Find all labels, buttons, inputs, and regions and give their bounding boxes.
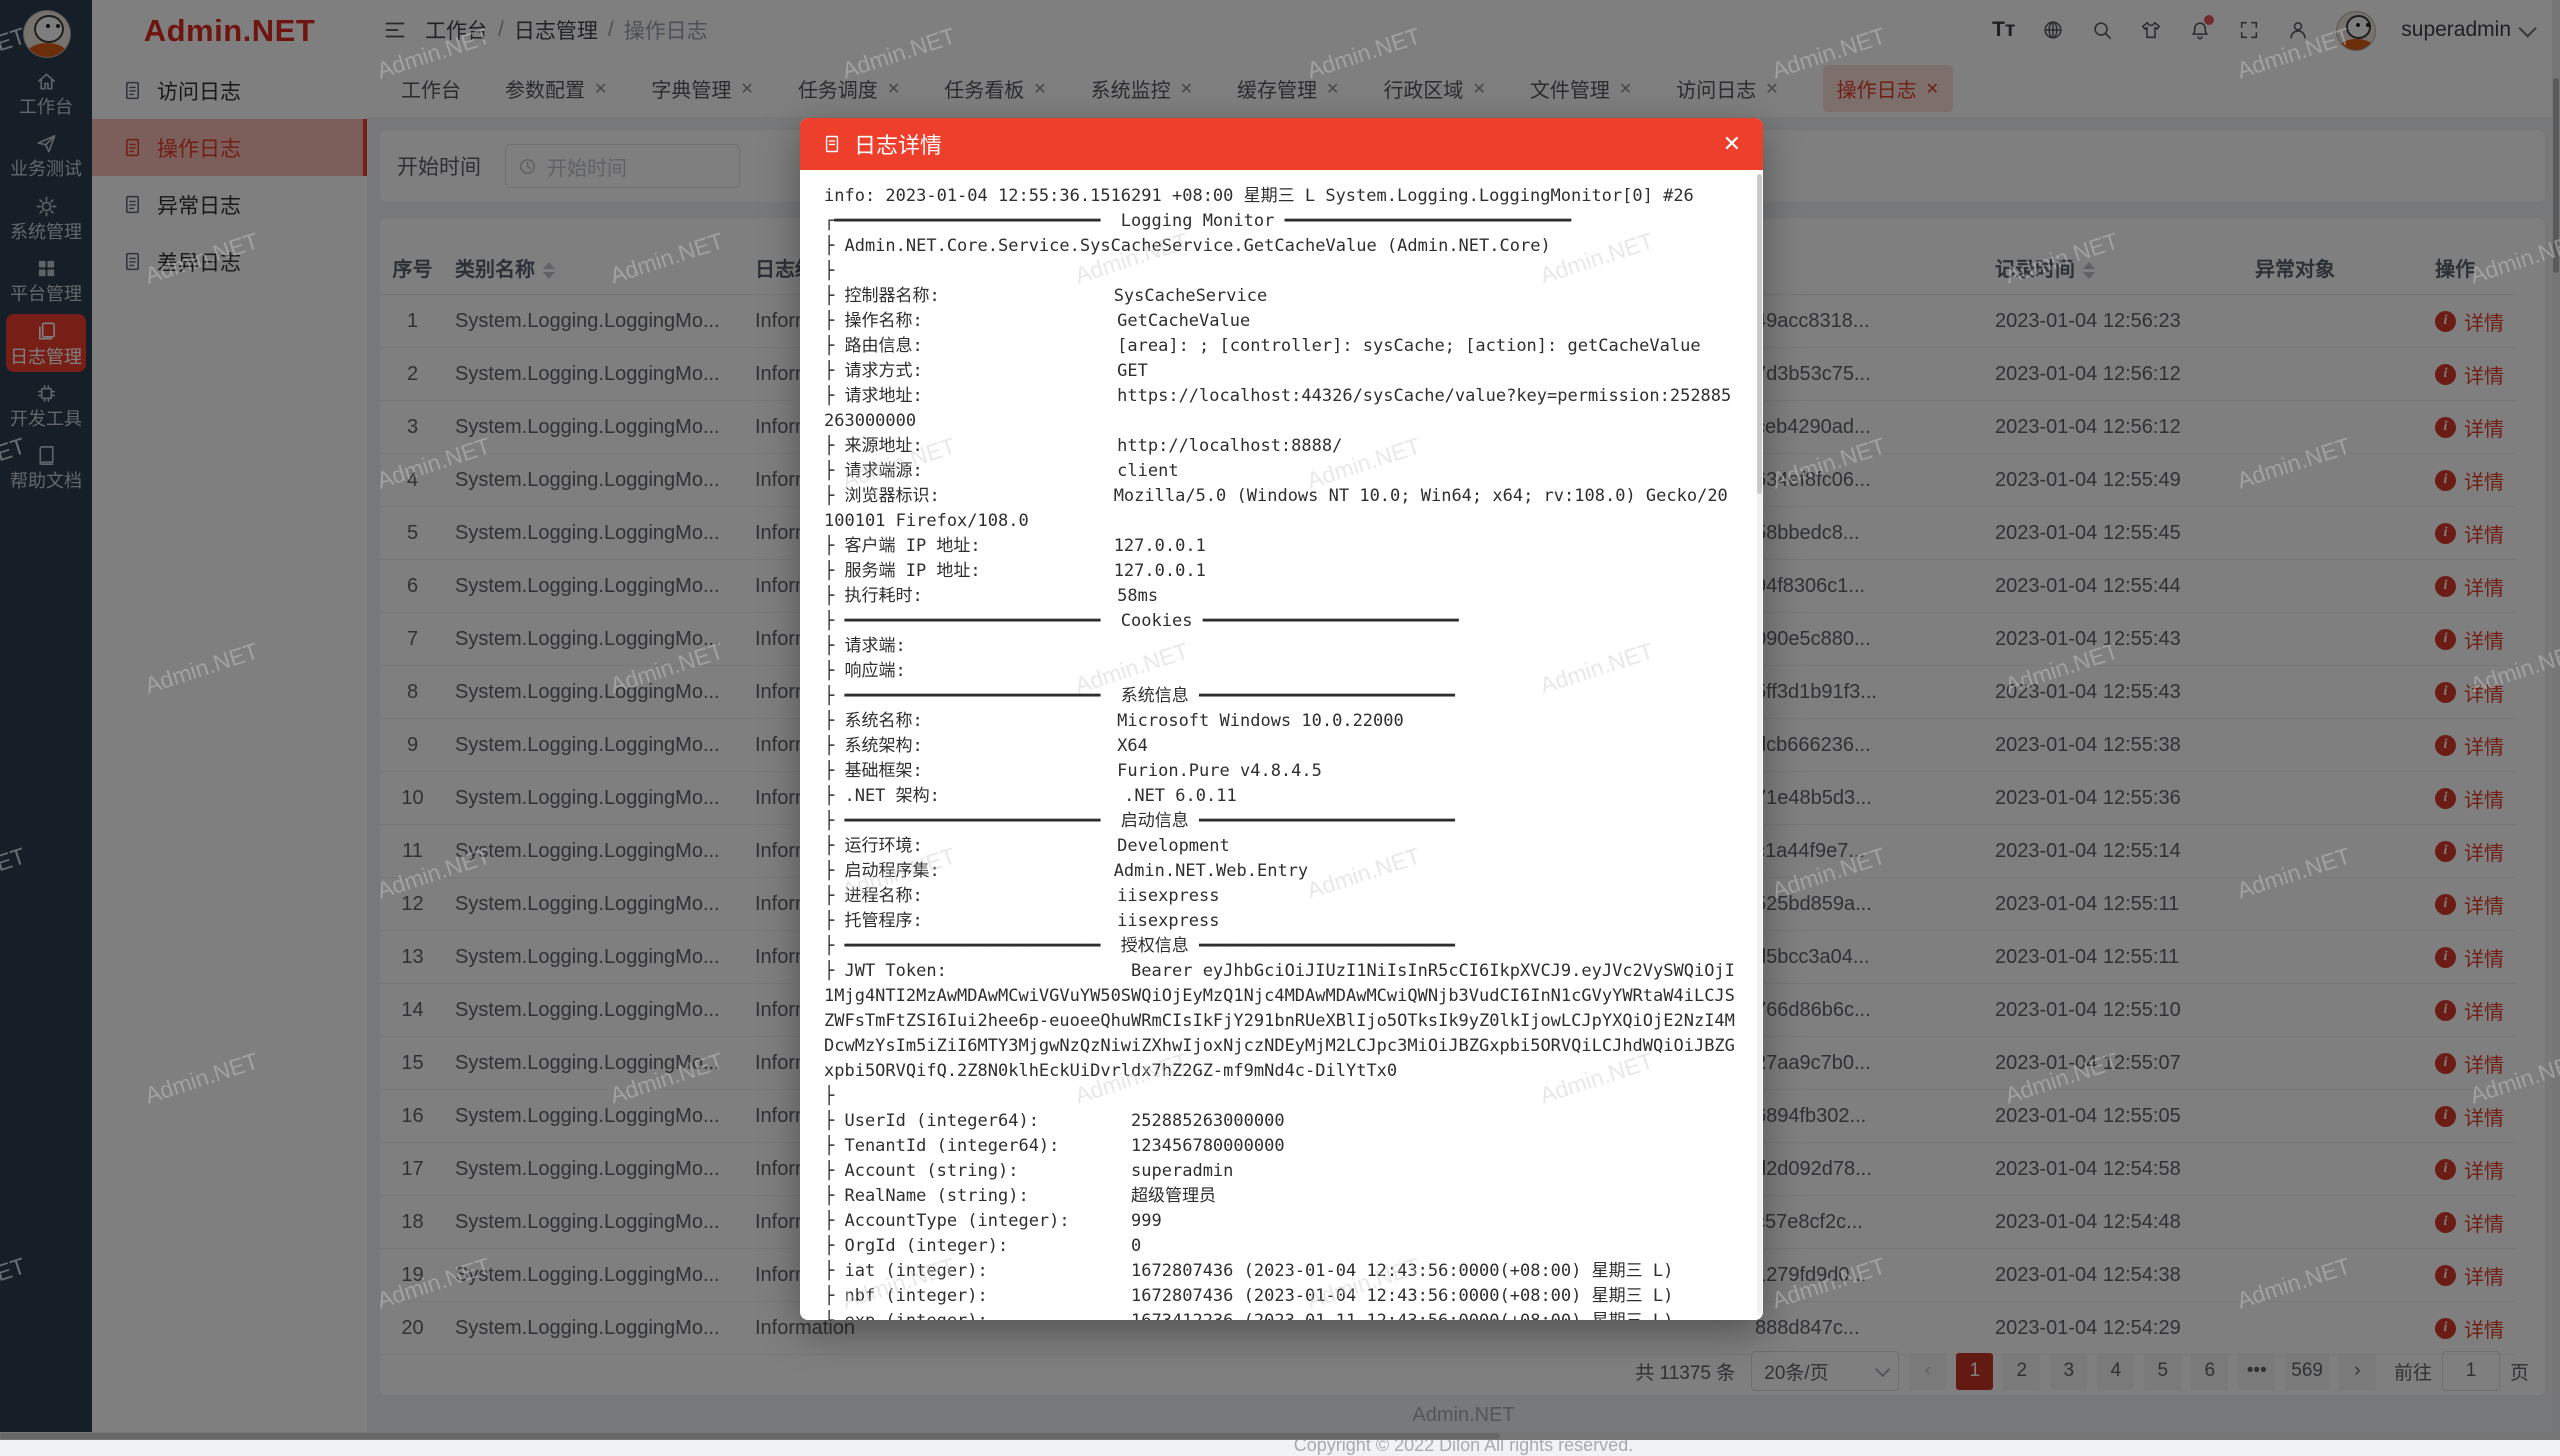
document-icon [822,134,842,154]
modal-body: info: 2023-01-04 12:55:36.1516291 +08:00… [800,170,1755,1320]
modal-title: 日志详情 [854,128,942,160]
log-text: info: 2023-01-04 12:55:36.1516291 +08:00… [824,184,1737,1320]
close-icon[interactable]: ✕ [1723,133,1741,155]
modal-header: 日志详情 ✕ [800,118,1763,170]
log-detail-modal: 日志详情 ✕ info: 2023-01-04 12:55:36.1516291… [800,118,1763,1320]
modal-scrollbar[interactable] [1757,174,1762,1316]
